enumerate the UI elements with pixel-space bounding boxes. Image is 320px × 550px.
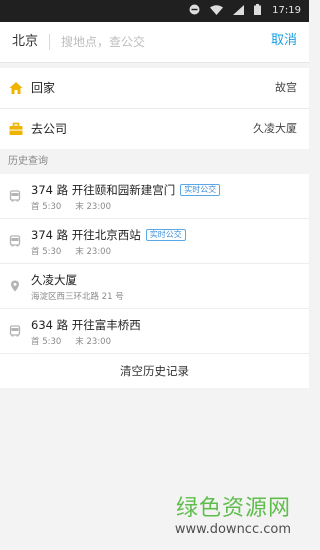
status-time: 17:19: [272, 5, 301, 16]
search-input[interactable]: [55, 31, 261, 53]
status-icons: [189, 4, 261, 15]
last-bus-time: 末 23:00: [75, 337, 111, 347]
bus-icon: [9, 235, 21, 247]
search-bar: 北京 取消: [0, 22, 309, 63]
bus-icon: [9, 325, 21, 337]
history-item-title: 634 路 开往富丰桥西: [31, 317, 141, 333]
go-home-row[interactable]: 回家 故宫: [0, 68, 309, 108]
briefcase-icon: [9, 122, 23, 135]
history-header-label: 历史查询: [8, 156, 48, 167]
route-title: 374 路 开往北京西站: [31, 228, 141, 242]
route-title: 634 路 开往富丰桥西: [31, 318, 141, 332]
realtime-badge: 实时公交: [180, 184, 221, 196]
location-pin-icon: [11, 280, 19, 292]
go-work-row[interactable]: 去公司 久凌大厦: [0, 109, 309, 149]
divider: [49, 34, 50, 50]
history-item-bus[interactable]: 374 路 开往颐和园新建宫门 实时公交 首 5:30 末 23:00: [0, 174, 309, 219]
schedule: 首 5:30 末 23:00: [31, 246, 111, 258]
first-bus-time: 首 5:30: [31, 247, 62, 257]
cancel-button[interactable]: 取消: [271, 32, 297, 50]
home-address: 故宫: [275, 81, 297, 94]
place-address: 海淀区西三环北路 21 号: [31, 292, 124, 302]
status-bar: 17:19: [0, 0, 309, 22]
realtime-badge: 实时公交: [145, 229, 186, 241]
history-header: 历史查询: [0, 150, 309, 174]
signal-icon: [233, 4, 244, 15]
watermark-url: www.downcc.com: [174, 522, 291, 537]
place-name: 久凌大厦: [31, 273, 77, 287]
history-item-title: 374 路 开往颐和园新建宫门 实时公交: [31, 182, 221, 198]
last-bus-time: 末 23:00: [75, 202, 111, 212]
history-item-title: 374 路 开往北京西站 实时公交: [31, 227, 186, 243]
first-bus-time: 首 5:30: [31, 202, 62, 212]
clear-history-button[interactable]: 清空历史记录: [0, 354, 309, 388]
bus-icon: [9, 190, 21, 202]
history-list: 374 路 开往颐和园新建宫门 实时公交 首 5:30 末 23:00 374 路 …: [0, 174, 309, 388]
city-selector[interactable]: 北京: [12, 33, 38, 51]
go-home-label: 回家: [31, 81, 56, 95]
history-item-place[interactable]: 久凌大厦 海淀区西三环北路 21 号: [0, 264, 309, 309]
history-item-bus[interactable]: 374 路 开往北京西站 实时公交 首 5:30 末 23:00: [0, 219, 309, 264]
work-address: 久凌大厦: [253, 122, 297, 135]
schedule: 首 5:30 末 23:00: [31, 336, 111, 348]
route-title: 374 路 开往颐和园新建宫门: [31, 183, 176, 197]
history-item-bus[interactable]: 634 路 开往富丰桥西 首 5:30 末 23:00: [0, 309, 309, 354]
minus-circle-icon: [189, 4, 200, 15]
battery-icon: [254, 4, 261, 15]
go-work-label: 去公司: [31, 122, 68, 136]
watermark-cn: 绿色资源网: [175, 496, 291, 521]
watermark: 绿色资源网 www.downcc.com: [175, 496, 291, 538]
last-bus-time: 末 23:00: [75, 247, 111, 257]
wifi-icon: [210, 4, 223, 15]
screen: 17:19 北京 取消 回家 故宫 去公司 久凌大厦 历史查询: [0, 0, 309, 550]
first-bus-time: 首 5:30: [31, 337, 62, 347]
home-icon: [9, 82, 23, 94]
schedule: 首 5:30 末 23:00: [31, 201, 111, 213]
